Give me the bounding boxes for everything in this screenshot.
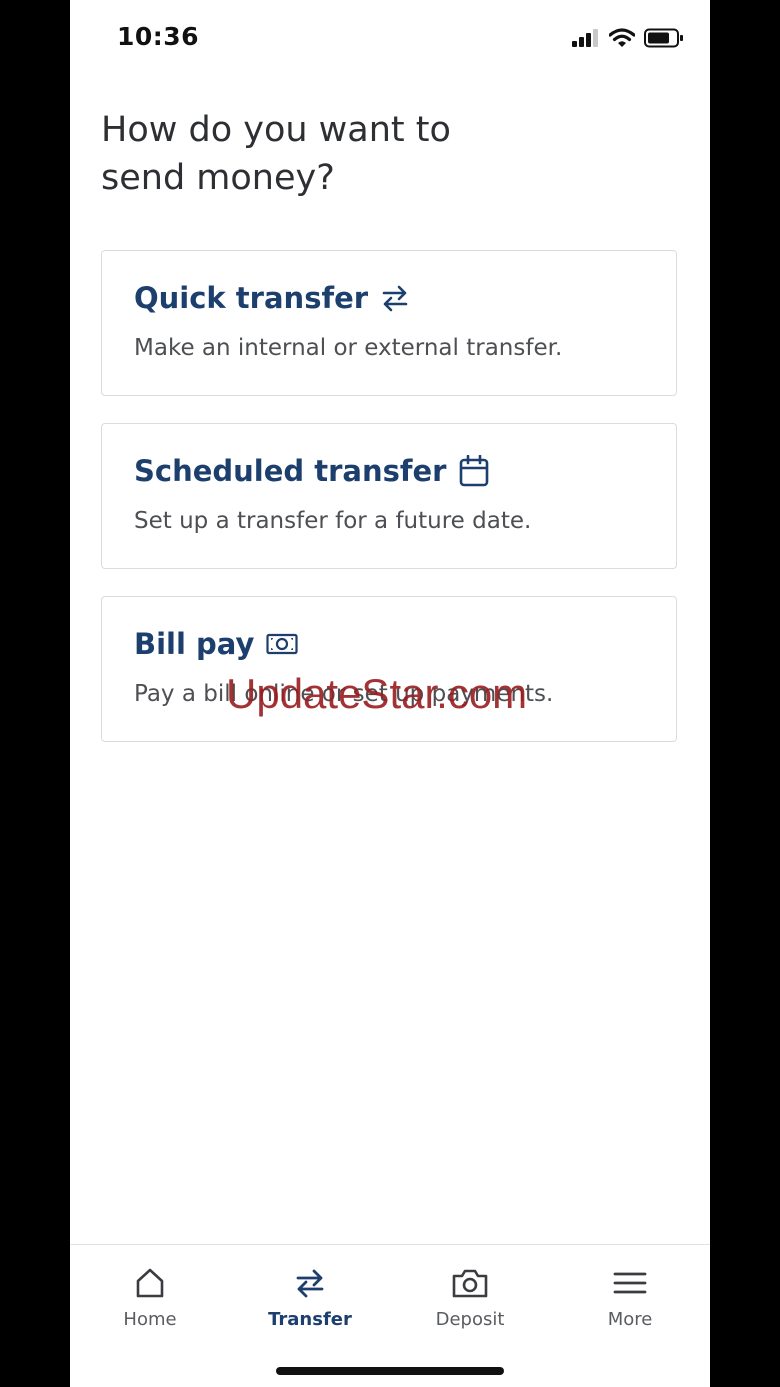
card-title-row: Scheduled transfer xyxy=(134,454,489,488)
wifi-icon xyxy=(608,28,636,52)
status-bar: 10:36 xyxy=(70,0,710,78)
cash-icon xyxy=(266,633,298,655)
menu-icon xyxy=(613,1267,647,1303)
card-title: Scheduled transfer xyxy=(134,454,447,488)
tab-label: Transfer xyxy=(268,1309,352,1330)
bill-pay-card[interactable]: Bill pay Pay a bill online or set up pay… xyxy=(101,596,677,742)
transfer-arrows-icon xyxy=(380,283,410,313)
tab-label: Deposit xyxy=(435,1309,505,1330)
card-description: Make an internal or external transfer. xyxy=(134,335,563,361)
battery-icon xyxy=(644,28,684,52)
card-description: Pay a bill online or set up payments. xyxy=(134,681,554,707)
tab-label: Home xyxy=(123,1309,177,1330)
calendar-icon xyxy=(459,455,489,487)
tab-label: More xyxy=(607,1309,653,1330)
app-screen: 10:36 How do you want to send money? Qui… xyxy=(70,0,710,1387)
status-icons xyxy=(572,28,684,52)
bottom-tab-bar: Home Transfer Deposit More xyxy=(70,1244,710,1387)
card-title: Quick transfer xyxy=(134,281,369,315)
quick-transfer-card[interactable]: Quick transfer Make an internal or exter… xyxy=(101,250,677,396)
card-title: Bill pay xyxy=(134,627,255,661)
camera-icon xyxy=(451,1267,489,1303)
status-time: 10:36 xyxy=(117,22,200,51)
card-title-row: Bill pay xyxy=(134,627,298,661)
home-icon xyxy=(134,1267,166,1303)
card-description: Set up a transfer for a future date. xyxy=(134,508,532,534)
home-indicator[interactable] xyxy=(276,1367,504,1375)
tab-home[interactable]: Home xyxy=(70,1267,230,1330)
page-title: How do you want to send money? xyxy=(101,110,451,198)
card-title-row: Quick transfer xyxy=(134,281,410,315)
transfer-arrows-icon xyxy=(294,1267,326,1303)
tab-transfer[interactable]: Transfer xyxy=(230,1267,390,1330)
tab-deposit[interactable]: Deposit xyxy=(390,1267,550,1330)
tab-more[interactable]: More xyxy=(550,1267,710,1330)
scheduled-transfer-card[interactable]: Scheduled transfer Set up a transfer for… xyxy=(101,423,677,569)
signal-icon xyxy=(572,29,600,51)
